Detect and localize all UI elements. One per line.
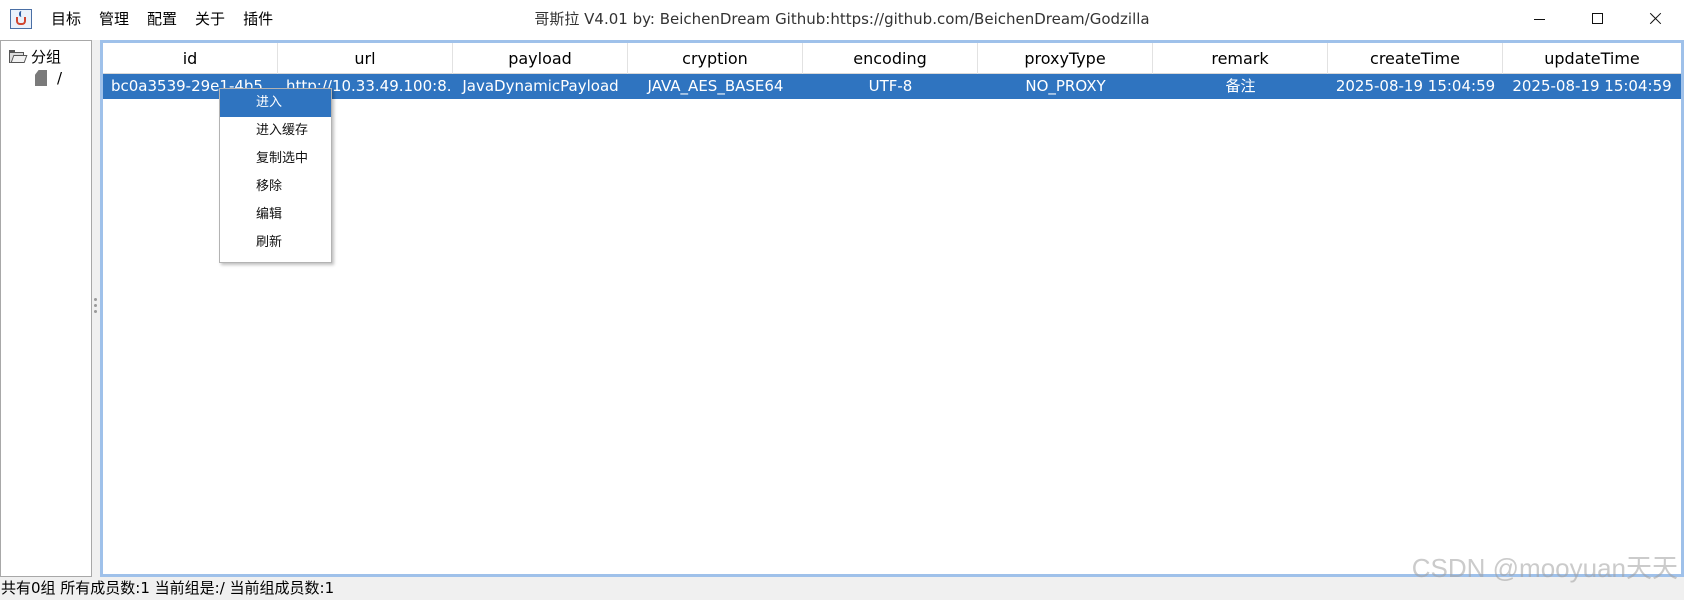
- cell-payload: JavaDynamicPayload: [462, 77, 619, 95]
- tree-child-label: /: [57, 69, 63, 87]
- context-menu-remove[interactable]: 移除: [220, 173, 331, 201]
- file-icon: [35, 70, 47, 86]
- close-icon: [1649, 12, 1662, 25]
- column-header-remark[interactable]: remark: [1153, 43, 1328, 74]
- cell-cryption: JAVA_AES_BASE64: [647, 77, 784, 95]
- column-header-url[interactable]: url: [278, 43, 453, 74]
- context-menu-copy-selected[interactable]: 复制选中: [220, 145, 331, 173]
- close-button[interactable]: [1626, 0, 1684, 38]
- cell-updatetime: 2025-08-19 15:04:59: [1512, 77, 1672, 95]
- window-controls: [1510, 0, 1684, 38]
- menu-about[interactable]: 关于: [186, 0, 234, 38]
- context-menu-refresh[interactable]: 刷新: [220, 229, 331, 257]
- java-cup-icon[interactable]: [10, 9, 32, 29]
- context-menu-enter[interactable]: 进入: [220, 89, 331, 117]
- column-header-createtime[interactable]: createTime: [1328, 43, 1503, 74]
- column-header-id[interactable]: id: [103, 43, 278, 74]
- group-tree-panel: 分组 /: [0, 40, 92, 577]
- column-header-cryption[interactable]: cryption: [628, 43, 803, 74]
- cell-createtime: 2025-08-19 15:04:59: [1335, 77, 1496, 95]
- tree-root-node[interactable]: 分组: [9, 46, 61, 67]
- column-header-encoding[interactable]: encoding: [803, 43, 978, 74]
- context-menu: 进入 进入缓存 复制选中 移除 编辑 刷新: [219, 88, 332, 263]
- folder-open-icon: [9, 50, 28, 63]
- maximize-button[interactable]: [1568, 0, 1626, 38]
- context-menu-enter-cache[interactable]: 进入缓存: [220, 117, 331, 145]
- cell-remark: 备注: [1225, 77, 1256, 95]
- grip-dot: [94, 310, 97, 313]
- panel-splitter[interactable]: [92, 40, 100, 577]
- column-header-updatetime[interactable]: updateTime: [1503, 43, 1681, 74]
- menu-plugins[interactable]: 插件: [234, 0, 282, 38]
- tree-root-label: 分组: [31, 48, 62, 66]
- cell-encoding: UTF-8: [868, 77, 913, 95]
- shell-table: id url payload cryption encoding proxyTy…: [100, 40, 1684, 577]
- table-header: id url payload cryption encoding proxyTy…: [103, 43, 1681, 74]
- grip-dot: [94, 298, 97, 301]
- cell-proxytype: NO_PROXY: [1025, 77, 1106, 95]
- menu-bar: 目标 管理 配置 关于 插件: [42, 0, 282, 38]
- tree-child-node[interactable]: /: [35, 69, 62, 87]
- context-menu-edit[interactable]: 编辑: [220, 201, 331, 229]
- menu-manage[interactable]: 管理: [90, 0, 138, 38]
- minimize-button[interactable]: [1510, 0, 1568, 38]
- column-header-proxytype[interactable]: proxyType: [978, 43, 1153, 74]
- maximize-icon: [1592, 13, 1603, 24]
- column-header-payload[interactable]: payload: [453, 43, 628, 74]
- watermark: CSDN @mooyuan天天: [1411, 553, 1678, 583]
- menu-target[interactable]: 目标: [42, 0, 90, 38]
- table-row[interactable]: bc0a3539-29e1-4b5... http://10.33.49.100…: [103, 74, 1681, 99]
- minimize-icon: [1534, 19, 1545, 20]
- menu-config[interactable]: 配置: [138, 0, 186, 38]
- title-bar: 哥斯拉 V4.01 by: BeichenDream Github:https:…: [0, 0, 1684, 38]
- grip-dot: [94, 304, 97, 307]
